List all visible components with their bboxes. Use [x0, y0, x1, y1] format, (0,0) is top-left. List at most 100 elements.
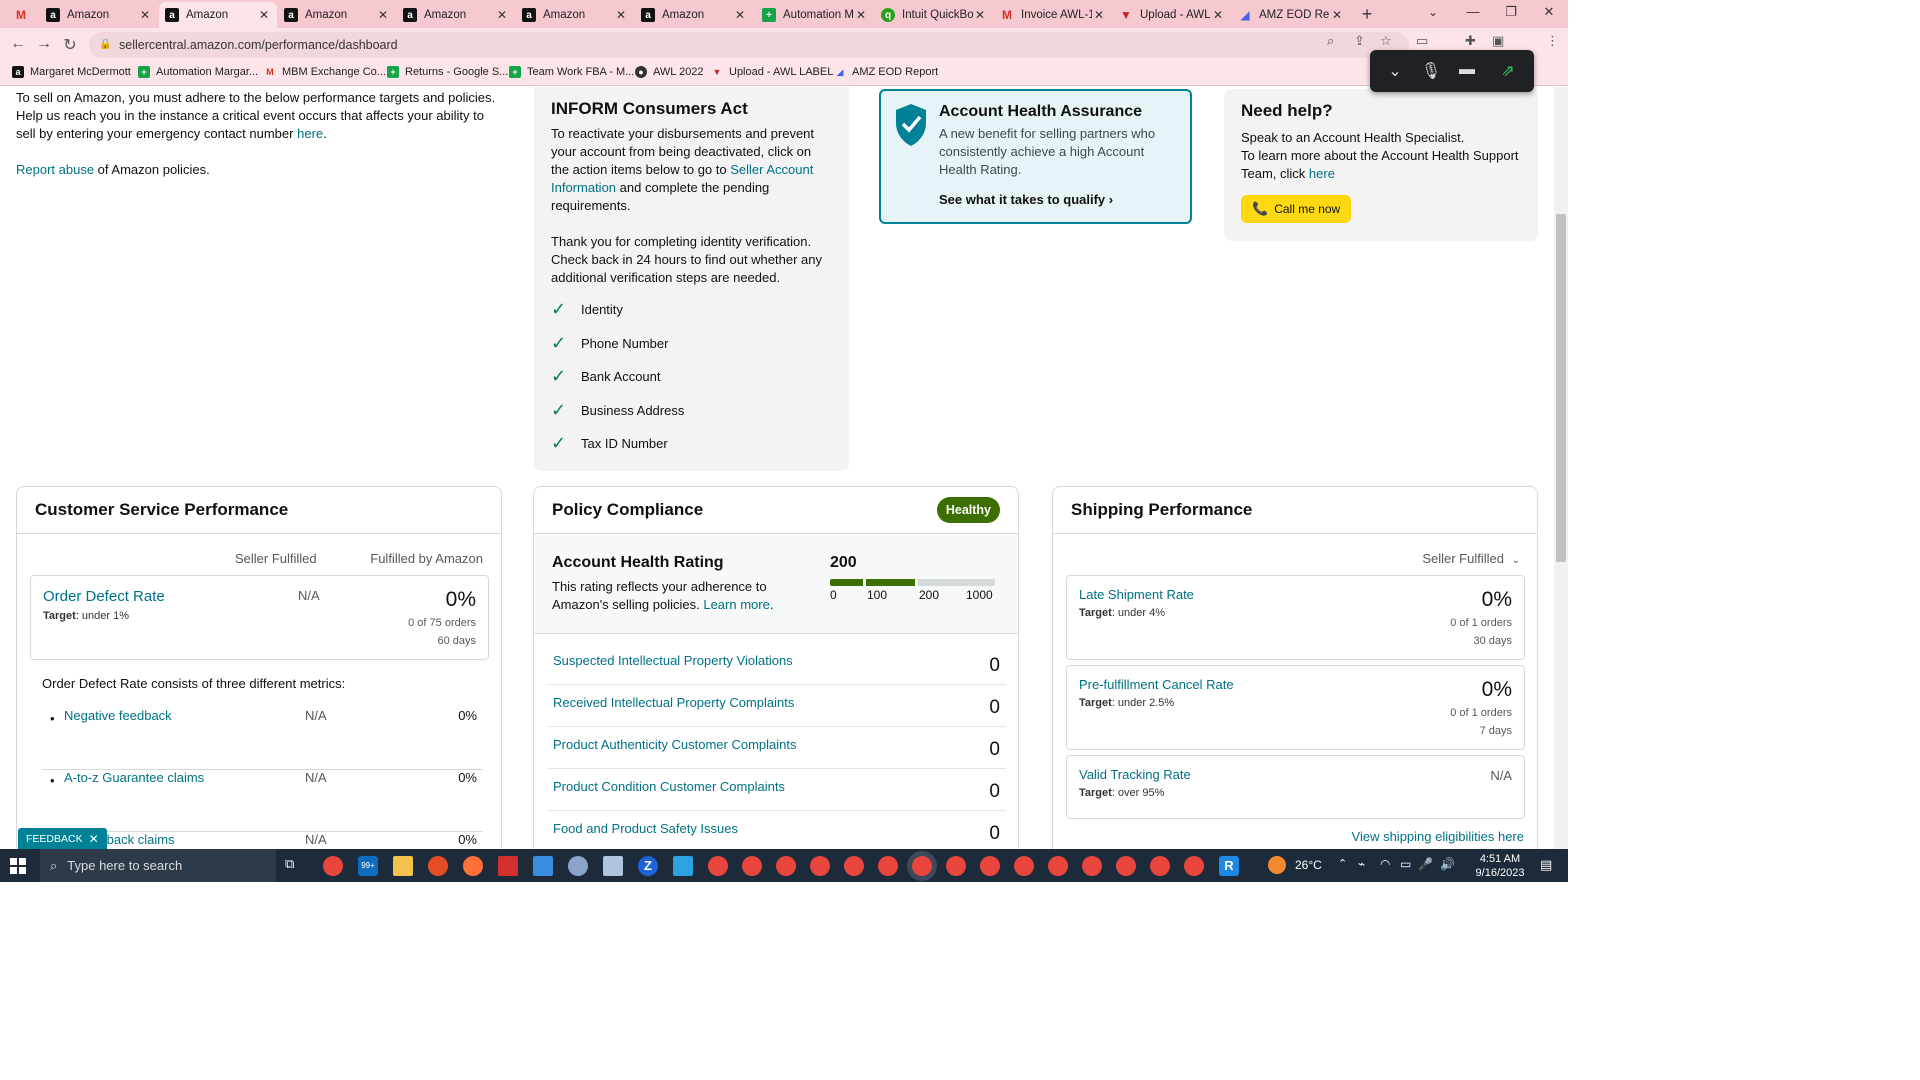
windows-start-icon[interactable]: [10, 858, 26, 874]
tab-amazon-5[interactable]: a Amazon ✕: [516, 2, 634, 28]
tab-eod[interactable]: ◢ AMZ EOD Rep ✕: [1232, 2, 1350, 28]
chrome-icon[interactable]: [1014, 856, 1034, 876]
new-tab-button[interactable]: +: [1357, 4, 1377, 25]
bookmark-item[interactable]: M MBM Exchange Co...: [264, 66, 386, 78]
chrome-icon[interactable]: [1150, 856, 1170, 876]
mail-icon[interactable]: 99+: [358, 856, 378, 876]
notepad-icon[interactable]: [603, 856, 623, 876]
fulfillment-selector[interactable]: Seller Fulfilled ⌄: [1422, 551, 1520, 566]
mic-off-icon[interactable]: 🎙: [1420, 61, 1442, 81]
chrome-icon[interactable]: [742, 856, 762, 876]
close-icon[interactable]: ✕: [138, 8, 152, 22]
tab-amazon-6[interactable]: a Amazon ✕: [635, 2, 753, 28]
chrome-icon[interactable]: [844, 856, 864, 876]
late-shipment-rate-link[interactable]: Late Shipment Rate: [1079, 587, 1194, 602]
chrome-icon[interactable]: [980, 856, 1000, 876]
close-icon[interactable]: ✕: [376, 8, 390, 22]
bookmark-item[interactable]: ◢ AMZ EOD Report: [834, 66, 939, 78]
notifications-icon[interactable]: ▤: [1540, 857, 1552, 873]
firefox-icon[interactable]: [463, 856, 483, 876]
volume-icon[interactable]: 🔊: [1440, 857, 1455, 871]
close-icon[interactable]: ✕: [1092, 8, 1106, 22]
tray-chevron-icon[interactable]: ⌃: [1338, 857, 1347, 870]
tab-gmail[interactable]: M: [8, 2, 36, 28]
restore-icon[interactable]: ❐: [1501, 4, 1521, 20]
close-window-icon[interactable]: ✕: [1539, 4, 1559, 20]
chrome-icon[interactable]: [776, 856, 796, 876]
puzzle-icon[interactable]: ✚: [1465, 33, 1476, 49]
policy-link[interactable]: Food and Product Safety Issues: [553, 821, 738, 836]
forward-icon[interactable]: →: [34, 35, 54, 53]
url-input[interactable]: 🔒 sellercentral.amazon.com/performance/d…: [89, 32, 1409, 58]
remote-app-icon[interactable]: R: [1219, 856, 1239, 876]
feedback-tab[interactable]: FEEDBACK ✕: [18, 828, 107, 849]
order-defect-rate-link[interactable]: Order Defect Rate: [43, 588, 165, 605]
bookmark-star-icon[interactable]: ☆: [1380, 33, 1392, 49]
policy-link[interactable]: Received Intellectual Property Complaint…: [553, 695, 794, 710]
call-me-now-button[interactable]: 📞 Call me now: [1241, 195, 1352, 223]
report-abuse-link[interactable]: Report abuse: [16, 162, 94, 177]
bookmark-item[interactable]: ▼ Upload - AWL LABEL: [711, 66, 834, 78]
bookmark-item[interactable]: + Team Work FBA - M...: [509, 66, 634, 78]
close-icon[interactable]: ✕: [89, 832, 99, 846]
minimize-icon[interactable]: —: [1463, 4, 1483, 19]
tab-quickbooks[interactable]: q Intuit QuickBo ✕: [875, 2, 993, 28]
shipping-eligibilities-link[interactable]: View shipping eligibilities here: [1352, 829, 1524, 844]
bookmark-item[interactable]: a Margaret McDermott: [12, 66, 131, 78]
close-icon[interactable]: ✕: [973, 8, 987, 22]
tab-search-icon[interactable]: ⌄: [1428, 5, 1438, 19]
close-icon[interactable]: ✕: [495, 8, 509, 22]
wifi-icon[interactable]: ◠: [1380, 857, 1390, 871]
tab-amazon-1[interactable]: a Amazon ✕: [40, 2, 158, 28]
app-icon[interactable]: [428, 856, 448, 876]
reload-icon[interactable]: ↻: [60, 35, 80, 55]
close-icon[interactable]: ✕: [1330, 8, 1344, 22]
policy-link[interactable]: Product Authenticity Customer Complaints: [553, 737, 797, 752]
microphone-icon[interactable]: 🎤: [1418, 857, 1433, 871]
emergency-contact-link[interactable]: here: [297, 126, 323, 141]
chrome-icon[interactable]: [1048, 856, 1068, 876]
scrollbar-thumb[interactable]: [1556, 214, 1566, 562]
sidebar-icon[interactable]: ▣: [1492, 33, 1504, 49]
negative-feedback-link[interactable]: Negative feedback: [64, 708, 172, 723]
close-icon[interactable]: ✕: [257, 8, 271, 22]
chrome-icon[interactable]: [946, 856, 966, 876]
close-icon[interactable]: ✕: [733, 8, 747, 22]
app-icon[interactable]: [568, 856, 588, 876]
bookmark-item[interactable]: + Returns - Google S...: [387, 66, 508, 78]
task-view-icon[interactable]: ⧉: [285, 856, 305, 876]
wps-icon[interactable]: [498, 856, 518, 876]
policy-link[interactable]: Product Condition Customer Complaints: [553, 779, 785, 794]
tab-invoice[interactable]: M Invoice AWL-1 ✕: [994, 2, 1112, 28]
network-icon[interactable]: ⌁: [1358, 857, 1365, 871]
valid-tracking-rate-link[interactable]: Valid Tracking Rate: [1079, 767, 1191, 782]
chrome-icon[interactable]: [1116, 856, 1136, 876]
chrome-icon[interactable]: [323, 856, 343, 876]
tab-automation[interactable]: + Automation M ✕: [756, 2, 874, 28]
chrome-icon[interactable]: [810, 856, 830, 876]
support-team-link[interactable]: here: [1309, 166, 1335, 181]
tab-amazon-3[interactable]: a Amazon ✕: [278, 2, 396, 28]
calculator-icon[interactable]: [533, 856, 553, 876]
tab-amazon-4[interactable]: a Amazon ✕: [397, 2, 515, 28]
menu-dots-icon[interactable]: ⋮: [1546, 33, 1559, 49]
zoom-icon[interactable]: ⌕: [1327, 33, 1334, 49]
close-icon[interactable]: ✕: [854, 8, 868, 22]
learn-more-link[interactable]: Learn more: [703, 597, 769, 612]
telegram-icon[interactable]: [673, 856, 693, 876]
bookmark-item[interactable]: + Automation Margar...: [138, 66, 258, 78]
share-icon[interactable]: ⇪: [1354, 33, 1365, 49]
camera-icon[interactable]: ▬: [1456, 61, 1478, 81]
chrome-icon[interactable]: [1184, 856, 1204, 876]
chrome-icon[interactable]: [708, 856, 728, 876]
tab-upload[interactable]: ▼ Upload - AWL ✕: [1113, 2, 1231, 28]
a-to-z-claims-link[interactable]: A-to-z Guarantee claims: [64, 770, 204, 785]
back-icon[interactable]: ←: [8, 35, 28, 53]
chrome-icon[interactable]: [878, 856, 898, 876]
cancel-rate-link[interactable]: Pre-fulfillment Cancel Rate: [1079, 677, 1234, 692]
close-icon[interactable]: ✕: [1211, 8, 1225, 22]
battery-icon[interactable]: ▭: [1400, 857, 1411, 871]
file-explorer-icon[interactable]: [393, 856, 413, 876]
chevron-down-icon[interactable]: ⌄: [1384, 61, 1406, 81]
tab-amazon-active[interactable]: a Amazon ✕: [159, 2, 277, 28]
